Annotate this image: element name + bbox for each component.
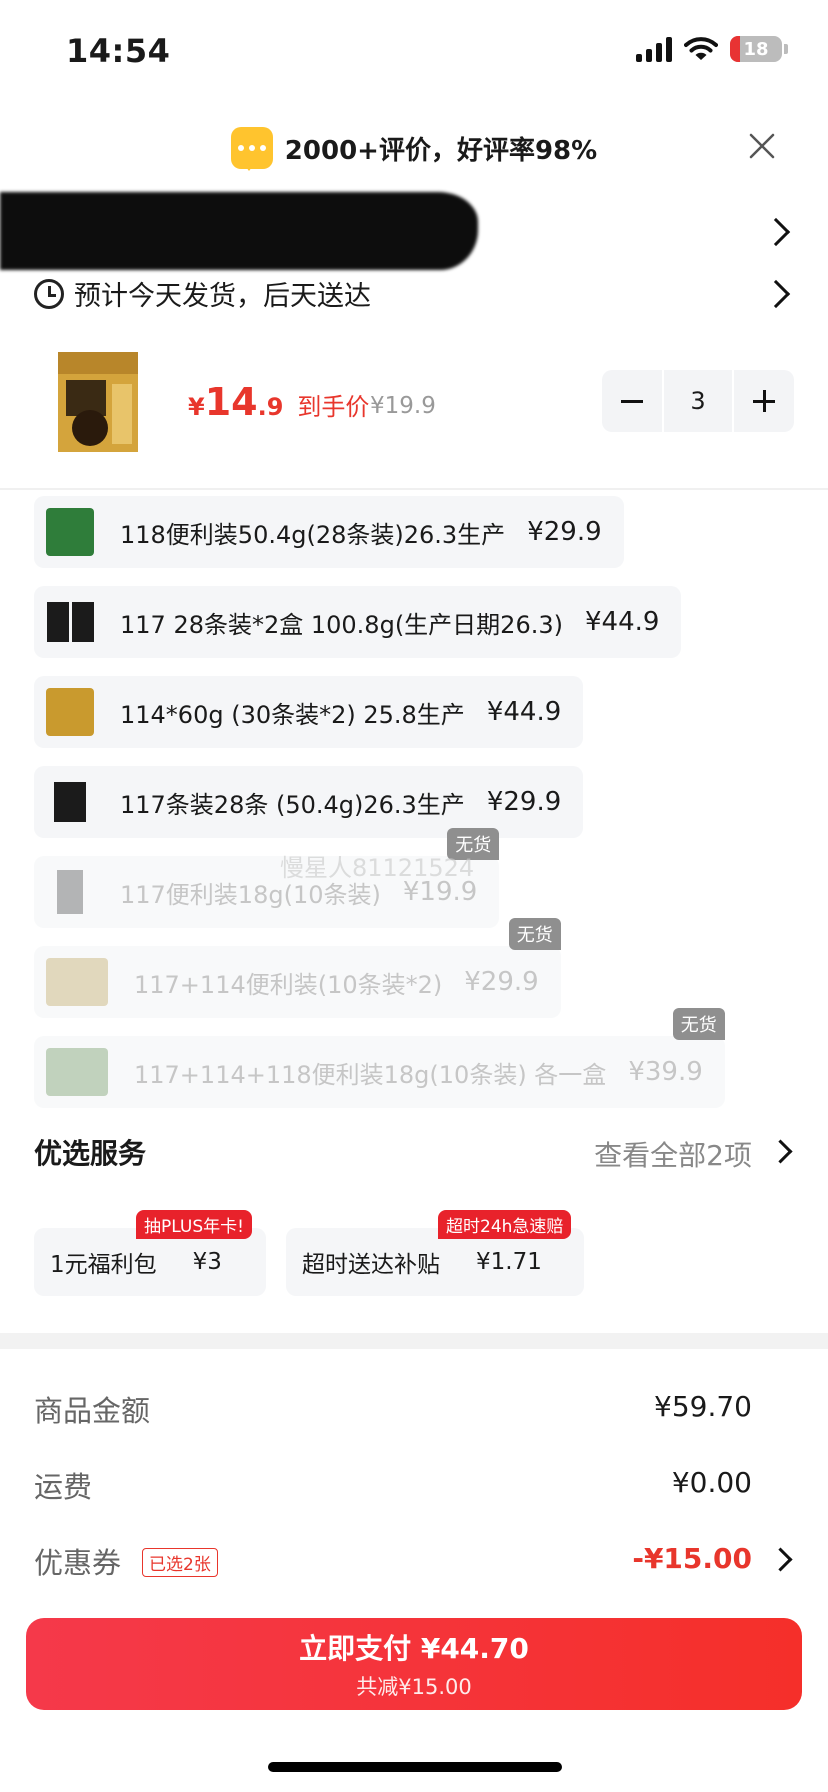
variant-thumb	[46, 1048, 108, 1096]
variant-option[interactable]: 117条装28条 (50.4g)26.3生产 ¥29.9	[34, 766, 584, 838]
variant-thumb	[46, 778, 94, 826]
increase-button[interactable]	[734, 370, 794, 432]
goods-amount-label: 商品金额	[34, 1394, 151, 1428]
message-icon	[230, 127, 273, 171]
variant-name: 117+114便利装(10条装*2)	[134, 970, 443, 999]
plus-icon	[753, 390, 775, 412]
decrease-button[interactable]	[602, 370, 662, 432]
variant-option-disabled: 无货 117+114便利装(10条装*2) ¥29.9	[34, 918, 561, 1018]
variant-thumb	[46, 688, 94, 736]
variant-option[interactable]: 118便利装50.4g(28条装)26.3生产 ¥29.9	[34, 496, 624, 568]
close-icon[interactable]	[744, 128, 780, 164]
coupon-label: 优惠券	[34, 1546, 122, 1580]
section-divider	[0, 1333, 828, 1349]
status-time: 14:54	[66, 32, 171, 70]
status-bar: 14:54 18	[0, 0, 828, 100]
service-name: 1元福利包	[50, 1252, 157, 1278]
service-price: ¥3	[192, 1249, 222, 1275]
watermark: 慢星人81121524	[280, 854, 475, 882]
divider	[0, 488, 828, 490]
shipping-row: 运费 ¥0.00	[34, 1458, 794, 1508]
battery-icon: 18	[730, 36, 782, 62]
review-text: 2000+评价，好评率98%	[284, 135, 598, 166]
delivery-estimate[interactable]: 预计今天发货，后天送达	[34, 274, 371, 313]
coupon-selected-badge: 已选2张	[142, 1548, 218, 1577]
chevron-right-icon[interactable]	[761, 279, 791, 309]
status-icons: 18	[636, 36, 788, 62]
service-tag: 抽PLUS年卡!	[136, 1210, 252, 1239]
variant-price: ¥29.9	[527, 517, 602, 547]
variant-thumb	[46, 598, 94, 646]
price-decimal: .9	[257, 393, 284, 421]
variant-name: 117条装28条 (50.4g)26.3生产	[120, 790, 465, 819]
out-of-stock-badge: 无货	[672, 1008, 725, 1040]
pay-discount: 共减¥15.00	[356, 1675, 472, 1699]
out-of-stock-badge: 无货	[508, 918, 561, 950]
goods-amount-row: 商品金额 ¥59.70	[34, 1382, 794, 1432]
wifi-icon	[684, 37, 718, 60]
services-view-all[interactable]: 查看全部2项	[594, 1134, 752, 1174]
variant-price: ¥29.9	[464, 967, 539, 997]
address-row[interactable]	[0, 192, 828, 272]
variant-thumb	[46, 868, 94, 916]
variant-option[interactable]: 117 28条装*2盒 100.8g(生产日期26.3) ¥44.9	[34, 586, 682, 658]
price-integer: 14	[204, 380, 258, 424]
services-title: 优选服务	[34, 1137, 147, 1170]
chevron-right-icon[interactable]	[768, 1139, 793, 1164]
review-banner: 2000+评价，好评率98%	[0, 120, 828, 176]
quantity-stepper: 3	[602, 370, 794, 432]
variant-price: ¥44.9	[584, 607, 660, 637]
service-name: 超时送达补贴	[302, 1252, 440, 1278]
variant-option-disabled: 无货 117+114+118便利装18g(10条装) 各一盒 ¥39.9	[34, 1008, 725, 1108]
variant-price: ¥44.9	[486, 697, 562, 727]
variant-name: 117+114+118便利装18g(10条装) 各一盒	[134, 1060, 607, 1089]
service-option[interactable]: 超时24h急速赔 超时送达补贴 ¥1.71	[286, 1210, 584, 1296]
service-price: ¥1.71	[476, 1249, 542, 1275]
redacted-address	[0, 192, 478, 270]
variant-price: ¥29.9	[486, 787, 562, 817]
variant-name: 117 28条装*2盒 100.8g(生产日期26.3)	[120, 610, 563, 639]
variant-option[interactable]: 114*60g (30条装*2) 25.8生产 ¥44.9	[34, 676, 584, 748]
variant-price: ¥39.9	[628, 1057, 703, 1087]
variant-name: 114*60g (30条装*2) 25.8生产	[120, 700, 465, 729]
coupon-row[interactable]: 优惠券 已选2张 -¥15.00	[34, 1534, 794, 1584]
minus-icon	[621, 399, 643, 403]
variant-thumb	[46, 508, 94, 556]
shipping-label: 运费	[34, 1470, 93, 1504]
variant-thumb	[46, 958, 108, 1006]
variant-name: 118便利装50.4g(28条装)26.3生产	[120, 520, 506, 549]
service-option[interactable]: 抽PLUS年卡! 1元福利包 ¥3	[34, 1210, 266, 1296]
original-price: ¥19.9	[370, 393, 436, 419]
delivery-text: 预计今天发货，后天送达	[74, 281, 371, 312]
quantity-value[interactable]: 3	[664, 370, 732, 432]
signal-icon	[636, 36, 672, 62]
clock-icon	[34, 278, 64, 309]
product-price: ¥ 14 .9 到手价	[188, 380, 369, 424]
service-tag: 超时24h急速赔	[438, 1210, 572, 1239]
goods-amount-value: ¥59.70	[654, 1390, 752, 1423]
price-currency: ¥	[188, 393, 205, 421]
battery-level: 18	[743, 38, 769, 60]
shipping-value: ¥0.00	[671, 1466, 752, 1499]
coupon-value: -¥15.00	[632, 1542, 752, 1575]
pay-now-button[interactable]: 立即支付 ¥44.70 共减¥15.00	[26, 1618, 802, 1710]
home-indicator[interactable]	[268, 1762, 562, 1772]
pay-label: 立即支付 ¥44.70	[299, 1632, 529, 1665]
product-image	[56, 350, 140, 454]
price-label: 到手价	[297, 393, 370, 421]
battery-tip	[784, 44, 788, 54]
